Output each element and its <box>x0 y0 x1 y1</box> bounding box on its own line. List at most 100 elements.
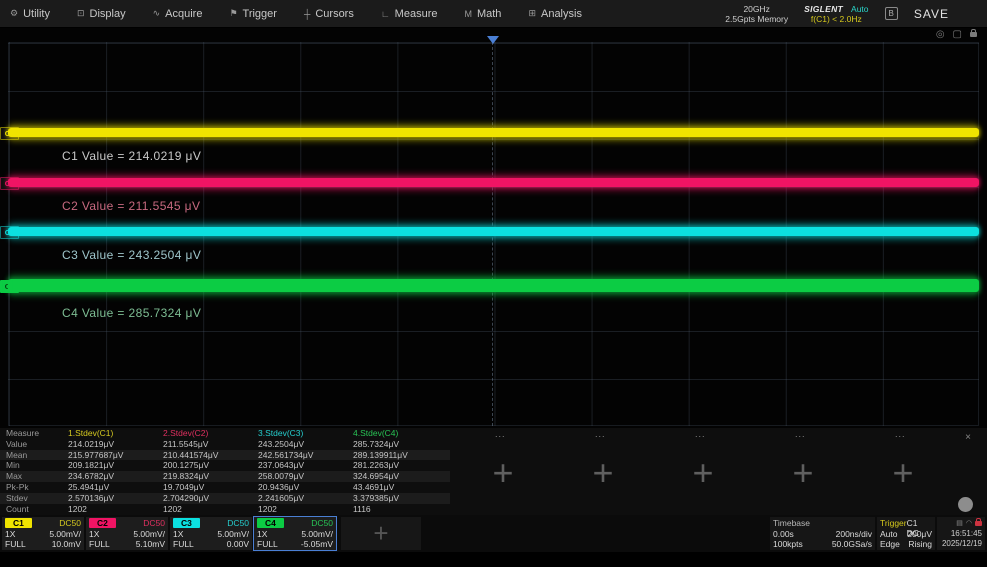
measure-cell: 1202 <box>62 504 157 515</box>
channel-value-label-c2: C2 Value = 211.5545 μV <box>62 199 200 213</box>
bandwidth-limit-label: FULL <box>257 539 278 549</box>
coupling-label: DC50 <box>59 518 81 528</box>
channel-box-c4[interactable]: C4DC50 1X5.00mV/ FULL-5.05mV <box>254 517 336 550</box>
measure-column-c4[interactable]: 4.Stdev(C4) 285.7324μV 289.139911μV 281.… <box>347 428 450 515</box>
measure-cell: 1202 <box>157 504 252 515</box>
timebase-scale: 200ns/div <box>836 529 872 539</box>
add-measurement-icon[interactable]: + <box>650 440 750 506</box>
trace-c1[interactable] <box>8 128 979 137</box>
channel-value-label-c1: C1 Value = 214.0219 μV <box>62 149 201 163</box>
trace-c3[interactable] <box>8 227 979 236</box>
menu-label: Cursors <box>315 8 354 20</box>
channel-box-c2[interactable]: C2DC50 1X5.00mV/ FULL5.10mV <box>86 517 168 550</box>
menu-item-measure[interactable]: ∟ Measure <box>381 8 438 20</box>
menu-item-analysis[interactable]: ⊞ Analysis <box>528 8 582 20</box>
channel-box-c1[interactable]: C1DC50 1X5.00mV/ FULL10.0mV <box>2 517 84 550</box>
bandwidth-limit-label: FULL <box>173 539 194 549</box>
menu-item-acquire[interactable]: ∿ Acquire <box>153 8 203 20</box>
memory-label: 2.5Gpts Memory <box>725 14 788 24</box>
measure-cell: 209.1821μV <box>62 460 157 471</box>
slot-menu-ellipsis[interactable]: ... <box>850 428 950 440</box>
menu-label: Trigger <box>243 8 277 20</box>
menu-item-trigger[interactable]: ⚑ Trigger <box>229 8 277 20</box>
trigger-title: Trigger <box>880 518 907 528</box>
trigger-source: C1 DC <box>907 518 932 528</box>
measure-cell: 1116 <box>347 504 450 515</box>
scale-label: 5.00mV/ <box>133 529 165 539</box>
measure-empty-slot-3[interactable]: ... + <box>650 428 750 515</box>
slot-menu-ellipsis[interactable]: ... <box>450 428 550 440</box>
hardcopy-icon[interactable]: B <box>885 7 898 20</box>
close-measure-panel-icon[interactable]: × <box>965 432 971 443</box>
measure-empty-slot-1[interactable]: ... + <box>450 428 550 515</box>
clock-date: 2025/12/19 <box>940 539 982 549</box>
measure-empty-slot-2[interactable]: ... + <box>550 428 650 515</box>
measure-column-c3[interactable]: 3.Stdev(C3) 243.2504μV 242.561734μV 237.… <box>252 428 347 515</box>
slot-menu-ellipsis[interactable]: ... <box>750 428 850 440</box>
acquisition-mode-label: Auto <box>851 4 869 14</box>
trigger-box[interactable]: TriggerC1 DC Auto200μV EdgeRising <box>877 517 935 550</box>
add-channel-slot[interactable]: + <box>341 517 421 550</box>
frequency-counter-label: f(C1) < 2.0Hz <box>804 14 868 24</box>
measure-row-label: Mean <box>0 450 62 461</box>
save-button[interactable]: SAVE <box>914 7 949 21</box>
add-measurement-icon[interactable]: + <box>750 440 850 506</box>
offset-label: 10.0mV <box>52 539 81 549</box>
measure-more-button[interactable] <box>958 497 973 512</box>
measure-cell: 258.0079μV <box>252 471 347 482</box>
measure-column-c2[interactable]: 2.Stdev(C2) 211.5545μV 210.441574μV 200.… <box>157 428 252 515</box>
bandwidth-limit-label: FULL <box>89 539 110 549</box>
brand-logo: SIGLENT <box>804 4 843 14</box>
measure-column-header[interactable]: 1.Stdev(C1) <box>62 428 157 439</box>
coupling-label: DC50 <box>227 518 249 528</box>
menu-item-display[interactable]: ⊡ Display <box>77 8 126 20</box>
bandwidth-limit-label: FULL <box>5 539 26 549</box>
measure-empty-slot-4[interactable]: ... + <box>750 428 850 515</box>
measure-column-header[interactable]: 3.Stdev(C3) <box>252 428 347 439</box>
measure-cell: 242.561734μV <box>252 450 347 461</box>
oscilloscope-screen: ⚙ Utility ⊡ Display ∿ Acquire ⚑ Trigger … <box>0 0 987 567</box>
camera-icon[interactable]: ◎ <box>936 29 945 40</box>
clock-box[interactable]: ▤ ◠ 16:51:45 2025/12/19 <box>937 517 985 550</box>
trace-c4[interactable] <box>8 279 979 292</box>
measure-empty-slot-5[interactable]: ... + <box>850 428 950 515</box>
slot-menu-ellipsis[interactable]: ... <box>550 428 650 440</box>
add-measurement-icon[interactable]: + <box>550 440 650 506</box>
channel-value-label-c4: C4 Value = 285.7324 μV <box>62 306 201 320</box>
add-measurement-icon[interactable]: + <box>850 440 950 506</box>
menu-item-math[interactable]: M Math <box>464 8 501 20</box>
math-icon: M <box>464 9 472 19</box>
add-measurement-icon[interactable]: + <box>450 440 550 506</box>
timebase-title: Timebase <box>773 518 810 528</box>
menu-label: Analysis <box>541 8 582 20</box>
timebase-delay: 0.00s <box>773 529 794 539</box>
channel-name-badge: C4 <box>257 518 284 528</box>
trigger-mode: Auto <box>880 529 898 539</box>
measure-row-label: Pk-Pk <box>0 482 62 493</box>
trigger-position-marker[interactable] <box>487 36 499 44</box>
measure-column-header[interactable]: 2.Stdev(C2) <box>157 428 252 439</box>
system-status-icons: ▤ ◠ <box>940 518 982 528</box>
channel-value-label-c3: C3 Value = 243.2504 μV <box>62 248 201 262</box>
measure-cell: 20.9436μV <box>252 482 347 493</box>
brand-block: SIGLENT Auto f(C1) < 2.0Hz <box>804 4 868 24</box>
fullscreen-icon[interactable]: ▢ <box>953 29 962 40</box>
offset-label: 5.10mV <box>136 539 165 549</box>
measure-column-c1[interactable]: 1.Stdev(C1) 214.0219μV 215.977687μV 209.… <box>62 428 157 515</box>
trigger-slope: Rising <box>908 539 932 549</box>
measure-cell: 324.6954μV <box>347 471 450 482</box>
menu-label: Utility <box>23 8 50 20</box>
timebase-box[interactable]: Timebase 0.00s200ns/div 100kpts50.0GSa/s <box>770 517 875 550</box>
menu-item-cursors[interactable]: ┼ Cursors <box>304 8 354 20</box>
probe-label: 1X <box>89 529 99 539</box>
timebase-points: 100kpts <box>773 539 803 549</box>
measure-column-header[interactable]: 4.Stdev(C4) <box>347 428 450 439</box>
channel-box-c3[interactable]: C3DC50 1X5.00mV/ FULL0.00V <box>170 517 252 550</box>
acquisition-status[interactable]: 20GHz 2.5Gpts Memory <box>725 4 788 24</box>
slot-menu-ellipsis[interactable]: ... <box>650 428 750 440</box>
trace-c2[interactable] <box>8 178 979 187</box>
lock-icon[interactable] <box>970 32 977 37</box>
trigger-flag-icon: ⚑ <box>229 8 237 19</box>
menu-item-utility[interactable]: ⚙ Utility <box>10 8 50 20</box>
add-channel-icon[interactable]: + <box>373 518 388 549</box>
